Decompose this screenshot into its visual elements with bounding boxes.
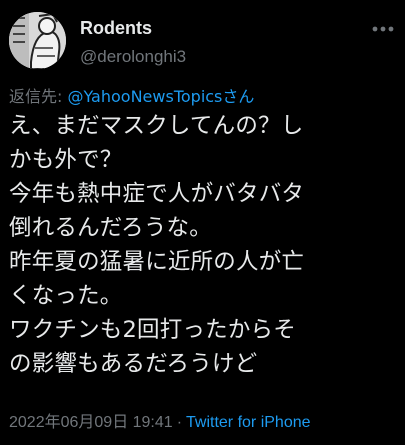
meta-separator: ·	[176, 414, 183, 431]
tweet-line: 倒れるんだろうな。	[9, 215, 212, 241]
tweet-timestamp[interactable]: 2022年06月09日 19:41	[9, 414, 173, 431]
tweet-line: ワクチンも2回打ったからそ	[9, 317, 296, 343]
reply-mention-link[interactable]: @YahooNewsTopics	[67, 87, 222, 106]
tweet-line: 昨年夏の猛暑に近所の人が亡	[9, 249, 305, 275]
more-options-icon[interactable]	[369, 15, 397, 43]
tweet-text: え、まだマスクしてんの？し かも外で？ 今年も熱中症で人がバタバタ 倒れるんだろ…	[9, 109, 401, 381]
tweet-source-link[interactable]: Twitter for iPhone	[186, 414, 311, 431]
tweet-line: 今年も熱中症で人がバタバタ	[9, 181, 305, 207]
author-display-name[interactable]: Rodents	[80, 17, 152, 39]
tweet-line: かも外で？	[9, 147, 123, 173]
tweet-line: くなった。	[9, 283, 123, 309]
reply-context: 返信先: @YahooNewsTopicsさん	[9, 86, 254, 108]
tweet-meta: 2022年06月09日 19:41 · Twitter for iPhone	[9, 412, 311, 434]
tweet-line: え、まだマスクしてんの？し	[9, 113, 304, 139]
tweet-line: の影響もあるだろうけど	[9, 351, 258, 377]
reply-prefix: 返信先:	[9, 87, 68, 106]
avatar[interactable]	[9, 12, 66, 69]
author-handle[interactable]: @derolonghi3	[80, 46, 186, 68]
reply-suffix: さん	[222, 87, 255, 106]
avatar-illustration	[9, 12, 66, 69]
